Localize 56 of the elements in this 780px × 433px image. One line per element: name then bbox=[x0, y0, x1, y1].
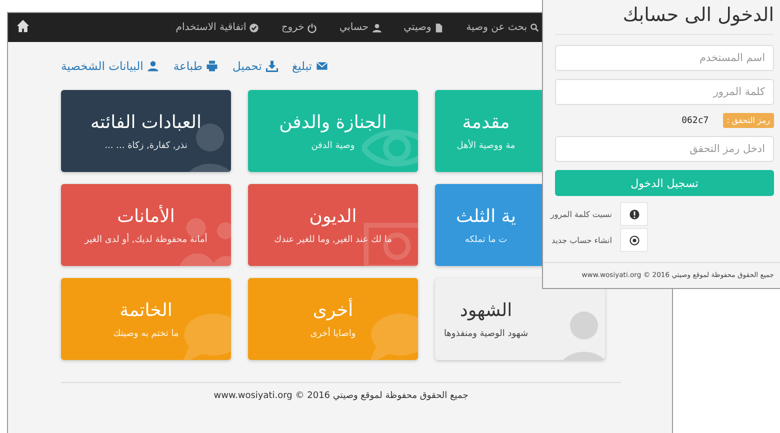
icon-box[interactable] bbox=[620, 228, 648, 252]
user-icon bbox=[147, 60, 160, 72]
tile-subtitle: واصايا أخرى bbox=[310, 328, 356, 338]
nav-link[interactable]: وصيتي bbox=[404, 22, 444, 33]
category-tile[interactable]: الشهود شهود الوصية ومنفذوها bbox=[435, 278, 605, 360]
tile-title: مقدمة bbox=[462, 112, 510, 132]
tile-title: الأمانات bbox=[117, 206, 175, 226]
tile-title: الشهود bbox=[460, 300, 512, 320]
tile-subtitle: ت ما تملكه bbox=[464, 234, 508, 244]
home-icon bbox=[16, 19, 30, 33]
action-link[interactable]: تبليغ bbox=[292, 59, 328, 73]
captcha-field[interactable]: ادخل رمز التحقق bbox=[555, 136, 774, 162]
category-tile[interactable]: أخرى واصايا أخرى bbox=[248, 278, 418, 360]
tile-subtitle: ما لك عند الغير, وما للغير عندك bbox=[274, 234, 392, 244]
category-tile[interactable]: الديون ما لك عند الغير, وما للغير عندك bbox=[248, 184, 418, 266]
power-icon bbox=[307, 22, 318, 32]
target-icon bbox=[628, 234, 640, 246]
tile-title: ية الثلث bbox=[456, 206, 516, 226]
tile-title: العبادات الفائته bbox=[90, 112, 202, 132]
envelope-icon bbox=[316, 60, 328, 72]
icon-box[interactable] bbox=[620, 202, 648, 226]
tile-subtitle: شهود الوصية ومنفذوها bbox=[444, 328, 528, 338]
tile-subtitle: نذر, كفارة, زكاة ... ... bbox=[104, 140, 188, 150]
printer-icon bbox=[206, 60, 218, 72]
action-link[interactable]: طباعة bbox=[173, 59, 218, 73]
exclamation-icon bbox=[628, 208, 640, 220]
document-icon bbox=[434, 22, 444, 32]
check-circle-icon bbox=[249, 22, 260, 32]
search-icon bbox=[530, 22, 540, 32]
tile-title: أخرى bbox=[312, 300, 354, 320]
category-tile[interactable]: الجنازة والدفن وصية الدفن bbox=[248, 90, 418, 172]
tile-subtitle: وصية الدفن bbox=[311, 140, 355, 150]
tile-subtitle: مة ووصية الأهل bbox=[456, 140, 516, 150]
tile-subtitle: أمانة محفوظة لديك, أو لدى الغير bbox=[84, 234, 208, 244]
nav-link[interactable]: حسابي bbox=[339, 22, 382, 33]
category-tile[interactable]: الخاتمة ما تختم به وصيتك bbox=[61, 278, 231, 360]
footer-text: جميع الحقوق محفوظة لموقع وصيتي 2016 © www.wosiyati.org bbox=[212, 391, 470, 401]
action-link[interactable]: تحميل bbox=[232, 59, 278, 73]
action-link[interactable]: البيانات الشخصية bbox=[61, 59, 160, 73]
nav-link[interactable]: اتفاقية الاستخدام bbox=[176, 22, 260, 33]
username-field[interactable]: اسم المستخدم bbox=[555, 45, 774, 71]
nav-link[interactable]: خروج bbox=[281, 22, 318, 33]
category-tile[interactable]: العبادات الفائته نذر, كفارة, زكاة ... ... bbox=[61, 90, 231, 172]
tile-subtitle: ما تختم به وصيتك bbox=[113, 328, 179, 338]
captcha-label: رمز التحقق : bbox=[722, 113, 774, 128]
login-title: الدخول الى حسابك bbox=[622, 4, 774, 28]
tile-title: الجنازة والدفن bbox=[279, 112, 387, 132]
login-button[interactable]: تسجيل الدخول bbox=[555, 170, 774, 196]
password-field[interactable]: كلمة المرور bbox=[555, 79, 774, 105]
tile-title: الخاتمة bbox=[120, 300, 172, 320]
tile-title: الديون bbox=[309, 206, 357, 226]
download-icon bbox=[266, 60, 278, 72]
captcha-code: 062c7 bbox=[682, 116, 709, 126]
nav-link[interactable]: بحث عن وصية bbox=[466, 22, 540, 33]
user-icon bbox=[372, 22, 382, 32]
category-tile[interactable]: الأمانات أمانة محفوظة لديك, أو لدى الغير bbox=[61, 184, 231, 266]
